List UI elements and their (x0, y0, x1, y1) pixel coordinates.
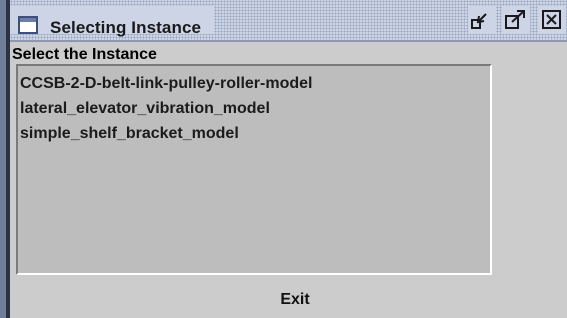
window-title: Selecting Instance (50, 18, 202, 37)
title-area: Selecting Instance (10, 6, 214, 37)
window-icon (18, 16, 38, 34)
instance-list-item[interactable]: simple_shelf_bracket_model (20, 124, 312, 149)
maximize-button[interactable] (502, 6, 530, 34)
close-button[interactable] (538, 6, 566, 34)
instance-list-item[interactable]: CCSB-2-D-belt-link-pulley-roller-model (20, 74, 312, 99)
minimize-icon (471, 13, 487, 29)
instance-list-item[interactable]: lateral_elevator_vibration_model (20, 99, 312, 124)
window-left-border (0, 0, 10, 318)
minimize-button[interactable] (468, 6, 496, 34)
instance-list[interactable]: CCSB-2-D-belt-link-pulley-roller-model l… (16, 64, 492, 275)
select-instance-label: Select the Instance (12, 46, 157, 63)
instance-list-items: CCSB-2-D-belt-link-pulley-roller-model l… (20, 74, 312, 149)
title-bar-separator (10, 40, 567, 42)
maximize-icon (505, 10, 525, 29)
selecting-instance-window: Selecting Instance Select the Instance C… (0, 0, 567, 318)
close-icon (542, 10, 561, 29)
window-left-border-inner (6, 0, 10, 318)
title-bar[interactable]: Selecting Instance (10, 0, 567, 40)
exit-button[interactable]: Exit (272, 286, 318, 314)
